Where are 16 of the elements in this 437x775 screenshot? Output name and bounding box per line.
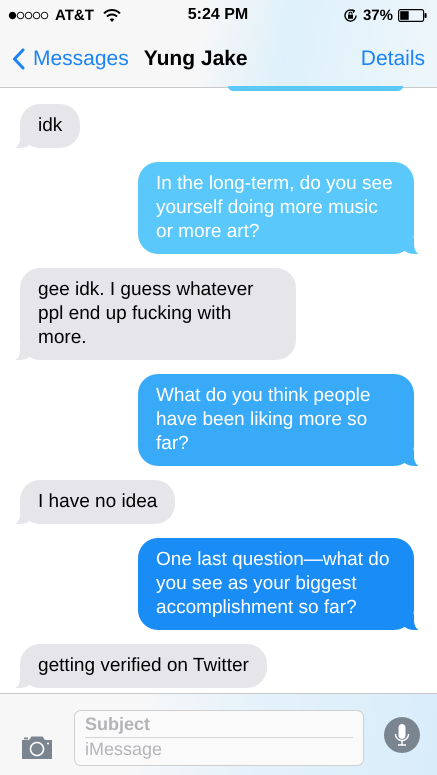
message-input-field[interactable]: Subject iMessage bbox=[74, 710, 364, 766]
chevron-left-icon bbox=[12, 48, 25, 70]
carrier-name: AT&T bbox=[55, 6, 94, 24]
battery-percent: 37% bbox=[362, 6, 393, 24]
battery-icon bbox=[398, 8, 428, 22]
back-button[interactable]: Messages bbox=[12, 46, 129, 70]
message-field[interactable]: iMessage bbox=[85, 738, 353, 762]
camera-icon[interactable] bbox=[20, 735, 54, 760]
rotation-lock-icon bbox=[342, 8, 358, 22]
subject-field[interactable]: Subject bbox=[85, 712, 353, 736]
microphone-icon[interactable] bbox=[384, 716, 420, 752]
wifi-icon bbox=[102, 8, 121, 22]
status-time: 5:24 PM bbox=[188, 6, 248, 24]
details-button[interactable]: Details bbox=[360, 46, 425, 70]
signal-icon bbox=[8, 10, 50, 20]
conversation-title: Yung Jake bbox=[144, 46, 248, 70]
